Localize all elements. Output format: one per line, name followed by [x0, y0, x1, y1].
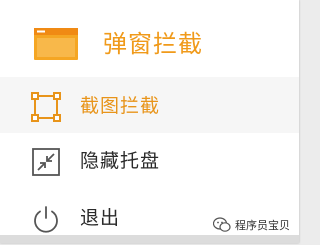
collapse-arrows-icon	[32, 148, 60, 176]
screenshot-crop-icon	[31, 92, 61, 122]
menu-item-label: 隐藏托盘	[80, 150, 161, 172]
menu-item-label: 截图拦截	[80, 95, 161, 117]
wechat-icon	[213, 217, 231, 232]
menu-item-hide-tray[interactable]: 隐藏托盘	[0, 132, 299, 188]
taskbar-strip	[0, 235, 299, 243]
menu-item-screenshot-block[interactable]: 截图拦截	[0, 77, 299, 133]
popup-menu: 弹窗拦截 截图拦截 隐藏托盘 退出 程序员宝贝	[0, 0, 299, 243]
watermark: 程序员宝贝	[210, 215, 293, 235]
popup-header: 弹窗拦截	[0, 0, 299, 74]
watermark-text: 程序员宝贝	[235, 219, 290, 232]
menu-item-label: 退出	[80, 207, 121, 229]
power-icon	[34, 206, 58, 233]
popup-title: 弹窗拦截	[103, 30, 203, 58]
browser-window-icon	[34, 28, 78, 60]
